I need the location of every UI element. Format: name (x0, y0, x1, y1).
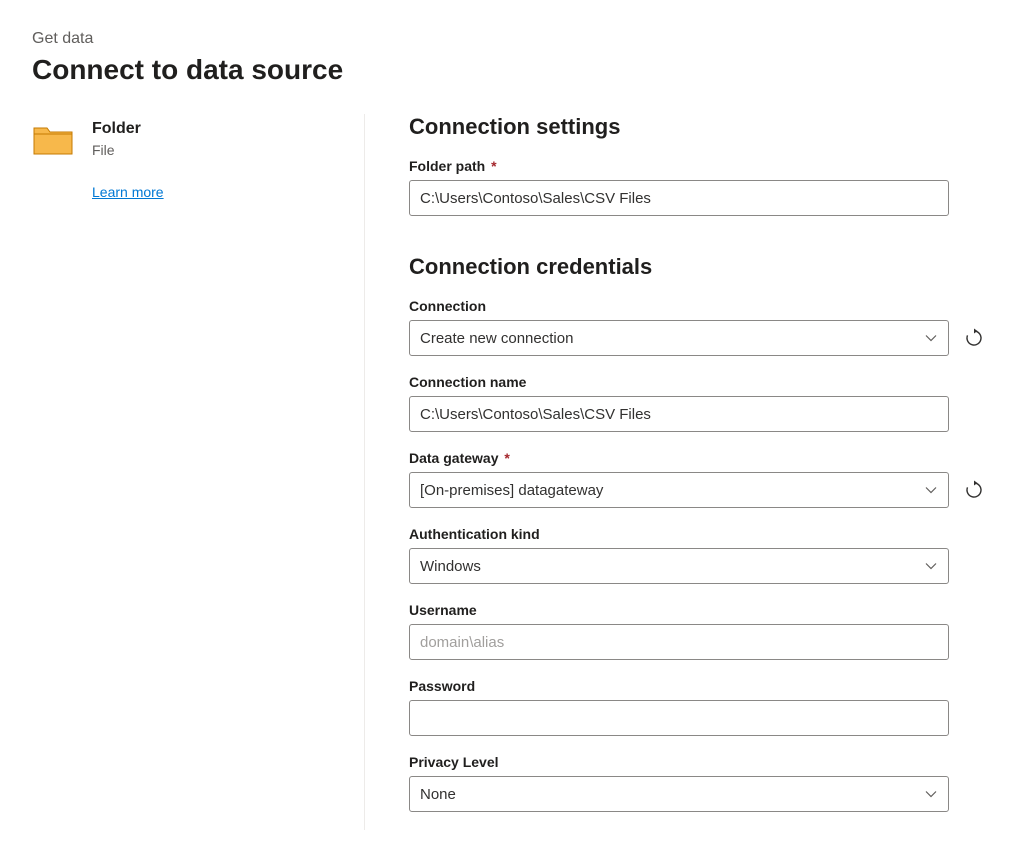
credentials-heading: Connection credentials (409, 254, 985, 280)
connection-name-label: Connection name (409, 374, 985, 390)
data-gateway-label: Data gateway * (409, 450, 985, 466)
folder-path-field: Folder path * (409, 158, 985, 216)
breadcrumb: Get data (32, 30, 985, 48)
chevron-down-icon (924, 483, 938, 497)
auth-kind-select[interactable]: Windows (409, 548, 949, 584)
privacy-level-label: Privacy Level (409, 754, 985, 770)
folder-path-input[interactable] (409, 180, 949, 216)
privacy-level-field: Privacy Level None (409, 754, 985, 812)
folder-path-label: Folder path * (409, 158, 985, 174)
refresh-gateway-button[interactable] (963, 479, 985, 501)
auth-kind-field: Authentication kind Windows (409, 526, 985, 584)
refresh-icon (964, 328, 984, 348)
page-title: Connect to data source (32, 54, 985, 86)
connection-select[interactable]: Create new connection (409, 320, 949, 356)
password-input[interactable] (409, 700, 949, 736)
connector-summary: Folder File Learn more (32, 114, 365, 830)
data-gateway-select[interactable]: [On-premises] datagateway (409, 472, 949, 508)
auth-kind-label: Authentication kind (409, 526, 985, 542)
privacy-level-select[interactable]: None (409, 776, 949, 812)
header: Get data Connect to data source (32, 30, 985, 86)
chevron-down-icon (924, 331, 938, 345)
connection-name-input[interactable] (409, 396, 949, 432)
refresh-icon (964, 480, 984, 500)
chevron-down-icon (924, 787, 938, 801)
required-marker: * (491, 158, 496, 174)
connector-type: File (92, 142, 164, 158)
settings-heading: Connection settings (409, 114, 985, 140)
refresh-connection-button[interactable] (963, 327, 985, 349)
folder-icon (32, 122, 74, 158)
required-marker: * (504, 450, 509, 466)
connector-name: Folder (92, 120, 164, 138)
connection-field: Connection Create new connection (409, 298, 985, 356)
data-gateway-field: Data gateway * [On-premises] datagateway (409, 450, 985, 508)
username-input[interactable] (409, 624, 949, 660)
connection-name-field: Connection name (409, 374, 985, 432)
connection-label: Connection (409, 298, 985, 314)
username-field: Username (409, 602, 985, 660)
password-field: Password (409, 678, 985, 736)
form-panel: Connection settings Folder path * Connec… (365, 114, 985, 830)
learn-more-link[interactable]: Learn more (92, 184, 164, 200)
chevron-down-icon (924, 559, 938, 573)
username-label: Username (409, 602, 985, 618)
password-label: Password (409, 678, 985, 694)
